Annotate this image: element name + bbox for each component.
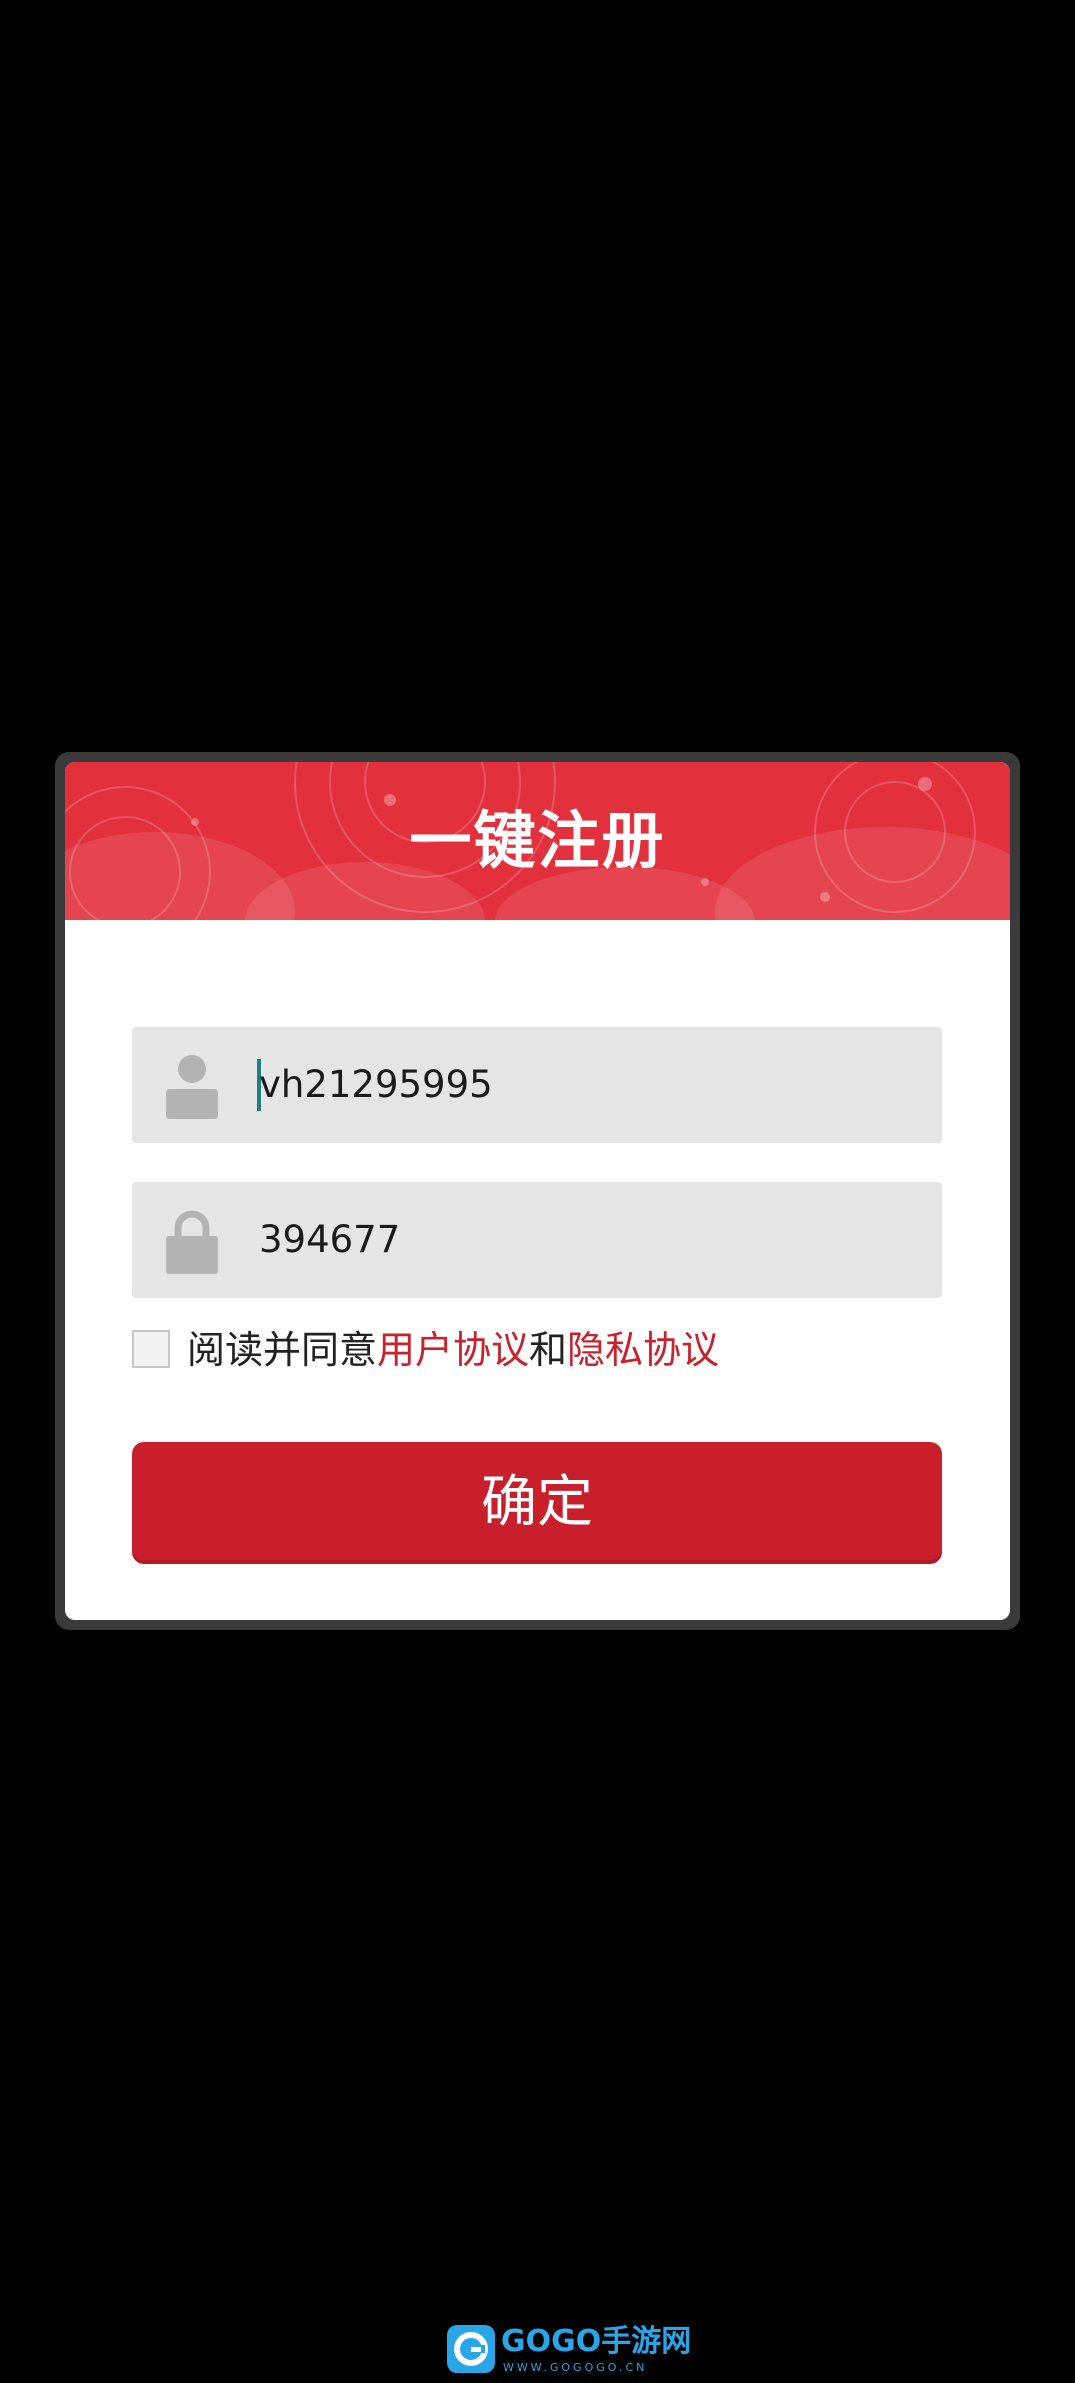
agreement-prefix: 阅读并同意 <box>187 1328 378 1372</box>
dialog-body: 一键注册 vh21295995 394677 阅读并同意用户协议和隐私协议 确定 <box>65 762 1010 1620</box>
username-value: vh21295995 <box>259 1063 493 1106</box>
agreement-checkbox[interactable] <box>132 1330 170 1368</box>
dialog-header: 一键注册 <box>65 762 1010 920</box>
gogo-logo-icon <box>447 2325 495 2373</box>
watermark-url: WWW.GOGOGO.CN <box>503 2361 648 2374</box>
user-agreement-link[interactable]: 用户协议 <box>377 1328 529 1372</box>
lock-icon <box>166 1210 218 1274</box>
dialog-title: 一键注册 <box>409 804 666 877</box>
watermark: GOGO手游网 WWW.GOGOGO.CN <box>447 2323 691 2375</box>
confirm-button[interactable]: 确定 <box>132 1442 942 1564</box>
password-field[interactable]: 394677 <box>132 1182 942 1298</box>
password-value: 394677 <box>259 1218 401 1261</box>
agreement-text: 阅读并同意用户协议和隐私协议 <box>187 1320 719 1380</box>
username-field[interactable]: vh21295995 <box>132 1027 942 1143</box>
agreement-row: 阅读并同意用户协议和隐私协议 <box>132 1320 942 1380</box>
agreement-conjunction: 和 <box>529 1328 568 1372</box>
register-dialog: 一键注册 vh21295995 394677 阅读并同意用户协议和隐私协议 确定 <box>55 752 1020 1630</box>
user-icon <box>166 1055 218 1119</box>
watermark-brand: GOGO手游网 <box>501 2324 692 2359</box>
privacy-policy-link[interactable]: 隐私协议 <box>567 1328 719 1372</box>
